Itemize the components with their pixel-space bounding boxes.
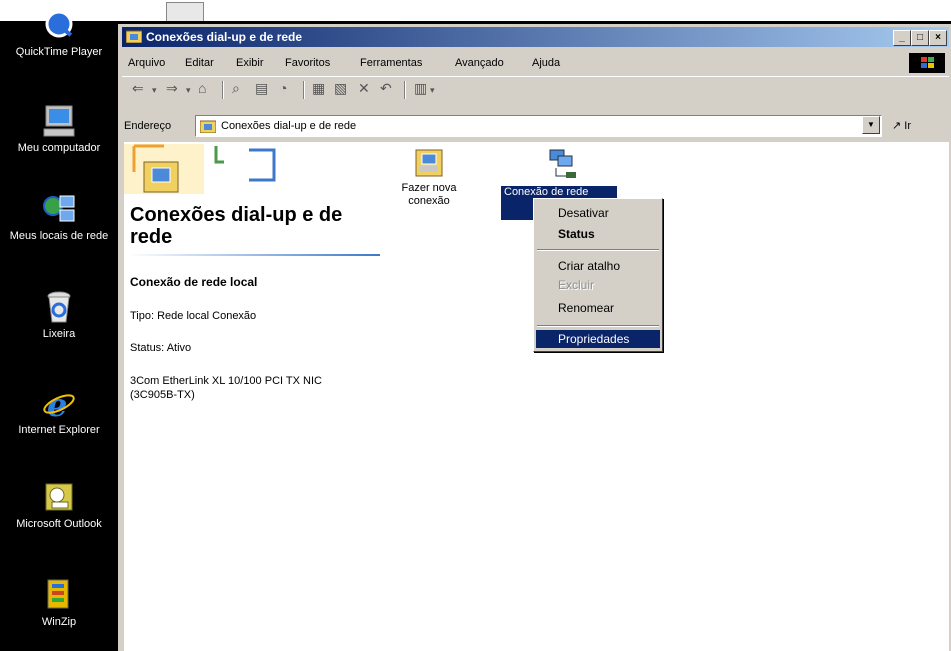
connection-status: Status: Ativo [130, 342, 192, 354]
address-bar: Endereço Conexões dial-up e de rede ▼ ↗ … [122, 114, 949, 138]
delete-icon[interactable]: ✕ [358, 80, 370, 97]
desktop-icon-label: QuickTime Player [15, 46, 103, 58]
internet-explorer-icon: e [42, 386, 76, 424]
search-icon[interactable]: ⌕ [232, 80, 240, 97]
folder-network-icon [125, 29, 143, 44]
menu-item-status[interactable]: Status [536, 225, 660, 243]
network-connection-icon [546, 148, 580, 182]
views-dropdown-icon[interactable]: ▾ [430, 85, 435, 96]
desktop-icon-label: Internet Explorer [18, 424, 100, 436]
copy-to-icon[interactable]: ▧ [334, 80, 347, 97]
address-input[interactable]: Conexões dial-up e de rede [195, 115, 882, 137]
minimize-button[interactable]: _ [893, 30, 911, 46]
forward-dropdown-icon[interactable]: ▾ [186, 85, 191, 96]
heading-rule [128, 254, 380, 256]
adapter-name: 3Com EtherLink XL 10/100 PCI TX NIC (3C9… [130, 375, 322, 401]
desktop-icon-recycle-bin[interactable]: Lixeira [0, 290, 118, 340]
top-strip [0, 0, 951, 21]
address-label: Endereço [124, 120, 172, 132]
menu-item-excluir[interactable]: Excluir [536, 276, 660, 294]
maximize-button[interactable]: □ [911, 30, 929, 46]
toolbar-separator [404, 81, 406, 99]
go-label: Ir [904, 120, 912, 132]
partial-icon [166, 2, 204, 21]
menu-arquivo[interactable]: Arquivo [128, 57, 165, 69]
menu-item-criar-atalho[interactable]: Criar atalho [536, 257, 660, 275]
desktop-icon-label: Meus locais de rede [9, 230, 109, 242]
back-dropdown-icon[interactable]: ▾ [152, 85, 157, 96]
network-connection-item[interactable] [518, 148, 608, 184]
forward-icon[interactable]: ⇒ [166, 80, 178, 97]
toolbar-separator [303, 81, 305, 99]
desktop-icon-label: Meu computador [17, 142, 101, 154]
panel-heading: Conexões dial-up e de rede [130, 204, 343, 248]
outlook-icon [42, 480, 76, 514]
desktop-icon-my-computer[interactable]: Meu computador [0, 104, 118, 154]
menu-ajuda[interactable]: Ajuda [532, 57, 560, 69]
desktop-icon-label: Microsoft Outlook [16, 518, 102, 530]
network-places-icon [42, 192, 76, 226]
views-icon[interactable]: ▥ [414, 80, 427, 97]
history-icon[interactable]: ◔ [279, 80, 287, 96]
recycle-bin-icon [42, 290, 76, 324]
undo-icon[interactable]: ↶ [380, 80, 392, 97]
address-value: Conexões dial-up e de rede [221, 120, 357, 132]
menu-separator [537, 325, 659, 327]
menu-editar[interactable]: Editar [185, 57, 214, 69]
windows-logo-icon [909, 53, 945, 73]
desktop-icon-network-places[interactable]: Meus locais de rede [0, 192, 118, 242]
move-to-icon[interactable]: ▦ [312, 80, 325, 97]
new-connection-item[interactable]: Fazer nova conexão [388, 148, 470, 208]
desktop-icon-internet-explorer[interactable]: e Internet Explorer [0, 386, 118, 436]
go-button[interactable]: ↗ Ir [892, 119, 911, 132]
back-icon[interactable]: ⇐ [132, 80, 144, 97]
folders-icon[interactable]: ▤ [255, 80, 268, 97]
menu-favoritos[interactable]: Favoritos [285, 57, 330, 69]
menu-exibir[interactable]: Exibir [236, 57, 264, 69]
go-arrow-icon: ↗ [892, 120, 902, 132]
menu-separator [537, 249, 659, 251]
toolbar: ⇐ ▾ ⇒ ▾ ⌂ ⌕ ▤ ◔ ▦ ▧ ✕ ↶ ▥ ▾ [122, 76, 949, 101]
menu-ferramentas[interactable]: Ferramentas [360, 57, 422, 69]
context-menu: Desativar Status Criar atalho Excluir Re… [533, 198, 663, 352]
item-label: Fazer nova conexão [401, 182, 457, 207]
menu-item-propriedades[interactable]: Propriedades [536, 330, 660, 348]
desktop-icon-quicktime[interactable]: QuickTime Player [0, 8, 118, 58]
menu-avancado[interactable]: Avançado [455, 57, 504, 69]
folder-network-icon [199, 119, 217, 134]
desktop-icon-label: WinZip [41, 616, 77, 628]
up-folder-icon[interactable]: ⌂ [198, 80, 206, 96]
close-button[interactable]: × [929, 30, 947, 46]
panel-section-title: Conexão de rede local [130, 275, 258, 289]
connection-type: Tipo: Rede local Conexão [130, 310, 257, 322]
quicktime-icon [42, 8, 76, 42]
menu-item-desativar[interactable]: Desativar [536, 204, 660, 222]
desktop-icon-outlook[interactable]: Microsoft Outlook [0, 480, 118, 530]
title-bar[interactable]: Conexões dial-up e de rede _ □ × [122, 27, 949, 47]
address-dropdown-button[interactable]: ▼ [862, 116, 880, 134]
desktop-icon-winzip[interactable]: WinZip [0, 578, 118, 628]
new-connection-icon [414, 148, 444, 178]
winzip-icon [42, 578, 76, 612]
desktop-icon-label: Lixeira [42, 328, 76, 340]
window-title: Conexões dial-up e de rede [146, 30, 303, 44]
menu-bar: Arquivo Editar Exibir Favoritos Ferramen… [122, 51, 949, 73]
toolbar-separator [222, 81, 224, 99]
menu-item-renomear[interactable]: Renomear [536, 299, 660, 317]
my-computer-icon [42, 104, 76, 138]
